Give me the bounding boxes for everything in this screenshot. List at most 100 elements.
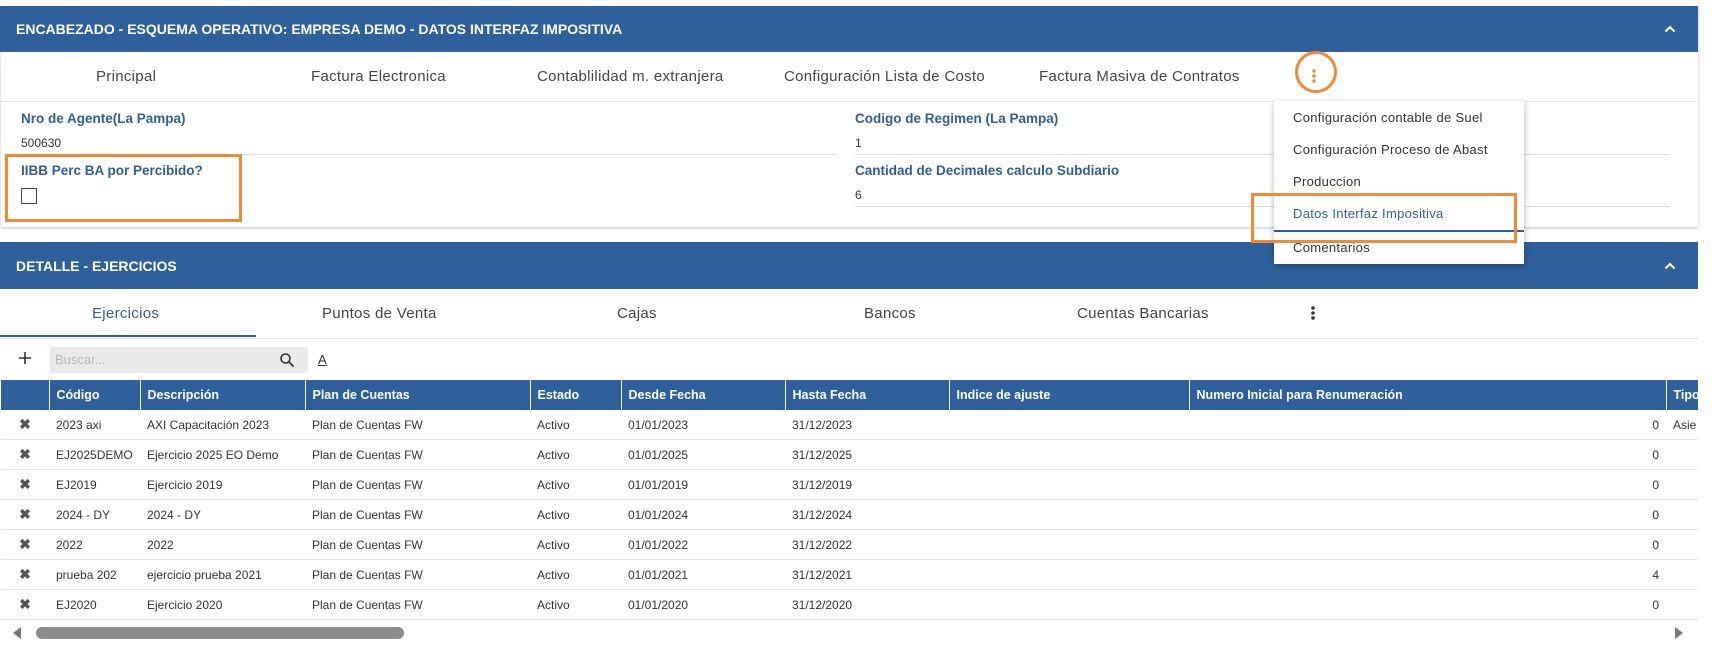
cell-hasta-fecha[interactable]: 31/12/2025: [785, 439, 949, 470]
cell-hasta-fecha[interactable]: 31/12/2023: [785, 410, 949, 440]
cell-tipo[interactable]: [1666, 439, 1698, 470]
cell-tipo[interactable]: [1666, 499, 1698, 530]
cell-estado[interactable]: Activo: [530, 529, 621, 560]
col-descripcion[interactable]: Descripción: [140, 380, 306, 410]
regimen-value[interactable]: 1: [855, 136, 862, 150]
cell-plan-de-cuentas[interactable]: Plan de Cuentas FW: [305, 529, 530, 560]
cell-estado[interactable]: Activo: [530, 410, 621, 440]
cell-desde-fecha[interactable]: 01/01/2022: [621, 529, 785, 560]
col-estado[interactable]: Estado: [530, 380, 622, 410]
table-row[interactable]: ✖ prueba 202 ejercicio prueba 2021 Plan de …: [1, 559, 1698, 590]
cell-desde-fecha[interactable]: 01/01/2019: [621, 469, 785, 500]
cell-descripcion[interactable]: 2022: [140, 529, 305, 560]
cell-desde-fecha[interactable]: 01/01/2021: [621, 559, 785, 590]
cell-plan-de-cuentas[interactable]: Plan de Cuentas FW: [305, 499, 530, 530]
agente-value[interactable]: 500630: [21, 136, 61, 150]
cell-codigo[interactable]: 2024 - DY: [49, 499, 140, 530]
cell-indice-ajuste[interactable]: [949, 559, 1189, 590]
table-row[interactable]: ✖ 2022 2022 Plan de Cuentas FW Activo 01/01/2…: [1, 529, 1698, 560]
header-section-bar[interactable]: ENCABEZADO - ESQUEMA OPERATIVO: EMPRESA …: [0, 6, 1698, 52]
delete-row-icon[interactable]: ✖: [1, 469, 49, 500]
cell-descripcion[interactable]: Ejercicio 2019: [140, 469, 305, 500]
cell-tipo[interactable]: [1666, 589, 1698, 620]
tab-puntos-de-venta[interactable]: Puntos de Venta: [322, 305, 437, 322]
cell-codigo[interactable]: EJ2019: [49, 469, 140, 500]
cell-indice-ajuste[interactable]: [949, 469, 1189, 500]
col-numero-inicial[interactable]: Numero Inicial para Renumeración: [1189, 380, 1667, 410]
cell-numero-inicial[interactable]: 0: [1189, 410, 1666, 440]
cell-estado[interactable]: Activo: [530, 559, 621, 590]
cell-descripcion[interactable]: Ejercicio 2025 EO Demo: [140, 439, 305, 470]
delete-row-icon[interactable]: ✖: [1, 499, 49, 530]
cell-desde-fecha[interactable]: 01/01/2020: [621, 589, 785, 620]
cell-numero-inicial[interactable]: 0: [1189, 529, 1666, 560]
tab-ejercicios[interactable]: Ejercicios: [92, 305, 159, 322]
delete-row-icon[interactable]: ✖: [1, 439, 49, 470]
cell-estado[interactable]: Activo: [530, 589, 621, 620]
cell-tipo[interactable]: [1666, 469, 1698, 500]
cell-indice-ajuste[interactable]: [949, 529, 1189, 560]
table-row[interactable]: ✖ 2023 axi AXI Capacitación 2023 Plan de Cu…: [1, 410, 1698, 440]
cell-indice-ajuste[interactable]: [949, 499, 1189, 530]
cell-codigo[interactable]: EJ2025DEMO: [49, 439, 140, 470]
col-codigo[interactable]: Código: [49, 380, 141, 410]
table-row[interactable]: ✖ EJ2019 Ejercicio 2019 Plan de Cuentas FW A…: [1, 469, 1698, 500]
cell-hasta-fecha[interactable]: 31/12/2022: [785, 529, 949, 560]
cell-codigo[interactable]: prueba 202: [49, 559, 140, 590]
delete-row-icon[interactable]: ✖: [1, 410, 49, 440]
detail-more-tabs-icon[interactable]: [1303, 301, 1323, 325]
col-desde-fecha[interactable]: Desde Fecha: [621, 380, 786, 410]
cell-indice-ajuste[interactable]: [949, 439, 1189, 470]
horizontal-scrollbar[interactable]: [0, 620, 1698, 642]
tab-cajas[interactable]: Cajas: [617, 305, 657, 322]
cell-indice-ajuste[interactable]: [949, 410, 1189, 440]
cell-plan-de-cuentas[interactable]: Plan de Cuentas FW: [305, 559, 530, 590]
cell-tipo[interactable]: Asie: [1666, 410, 1698, 440]
cell-descripcion[interactable]: ejercicio prueba 2021: [140, 559, 305, 590]
tab-cuentas-bancarias[interactable]: Cuentas Bancarias: [1077, 305, 1209, 322]
delete-row-icon[interactable]: ✖: [1, 589, 49, 620]
tab-factura-electronica[interactable]: Factura Electronica: [311, 68, 446, 85]
scrollbar-thumb[interactable]: [36, 627, 404, 639]
cell-hasta-fecha[interactable]: 31/12/2024: [785, 499, 949, 530]
cell-hasta-fecha[interactable]: 31/12/2021: [785, 559, 949, 590]
cell-desde-fecha[interactable]: 01/01/2025: [621, 439, 785, 470]
cell-codigo[interactable]: 2023 axi: [49, 410, 140, 440]
cell-tipo[interactable]: [1666, 559, 1698, 590]
cell-codigo[interactable]: 2022: [49, 529, 140, 560]
cell-desde-fecha[interactable]: 01/01/2024: [621, 499, 785, 530]
cell-estado[interactable]: Activo: [530, 499, 621, 530]
table-row[interactable]: ✖ EJ2025DEMO Ejercicio 2025 EO Demo Plan de…: [1, 439, 1698, 470]
detail-collapse-chevron-icon[interactable]: [1664, 260, 1676, 272]
table-row[interactable]: ✖ 2024 - DY 2024 - DY Plan de Cuentas FW Act…: [1, 499, 1698, 530]
cell-descripcion[interactable]: 2024 - DY: [140, 499, 305, 530]
cell-descripcion[interactable]: Ejercicio 2020: [140, 589, 305, 620]
cell-numero-inicial[interactable]: 0: [1189, 589, 1666, 620]
tab-principal[interactable]: Principal: [96, 68, 156, 85]
col-hasta-fecha[interactable]: Hasta Fecha: [785, 380, 950, 410]
cell-indice-ajuste[interactable]: [949, 589, 1189, 620]
menu-item-config-proceso-abast[interactable]: Configuración Proceso de Abast: [1293, 142, 1488, 157]
text-filter-icon[interactable]: A: [318, 352, 327, 367]
cell-codigo[interactable]: EJ2020: [49, 589, 140, 620]
menu-item-produccion[interactable]: Produccion: [1293, 174, 1361, 189]
scroll-right-icon[interactable]: [1674, 626, 1684, 645]
cell-plan-de-cuentas[interactable]: Plan de Cuentas FW: [305, 589, 530, 620]
cell-numero-inicial[interactable]: 0: [1189, 499, 1666, 530]
tab-bancos[interactable]: Bancos: [864, 305, 916, 322]
cell-estado[interactable]: Activo: [530, 469, 621, 500]
cell-tipo[interactable]: [1666, 529, 1698, 560]
tab-configuracion-lista-costo[interactable]: Configuración Lista de Costo: [784, 68, 985, 85]
col-tipo[interactable]: Tipo: [1666, 380, 1699, 410]
decimales-value[interactable]: 6: [855, 188, 862, 202]
cell-numero-inicial[interactable]: 0: [1189, 439, 1666, 470]
search-icon[interactable]: [279, 352, 295, 368]
tab-contabilidad-extranjera[interactable]: Contablilidad m. extranjera: [537, 68, 724, 85]
delete-row-icon[interactable]: ✖: [1, 559, 49, 590]
cell-descripcion[interactable]: AXI Capacitación 2023: [140, 410, 305, 440]
cell-numero-inicial[interactable]: 0: [1189, 469, 1666, 500]
cell-numero-inicial[interactable]: 4: [1189, 559, 1666, 590]
cell-desde-fecha[interactable]: 01/01/2023: [621, 410, 785, 440]
search-input[interactable]: Buscar...: [50, 347, 308, 373]
cell-plan-de-cuentas[interactable]: Plan de Cuentas FW: [305, 410, 530, 440]
